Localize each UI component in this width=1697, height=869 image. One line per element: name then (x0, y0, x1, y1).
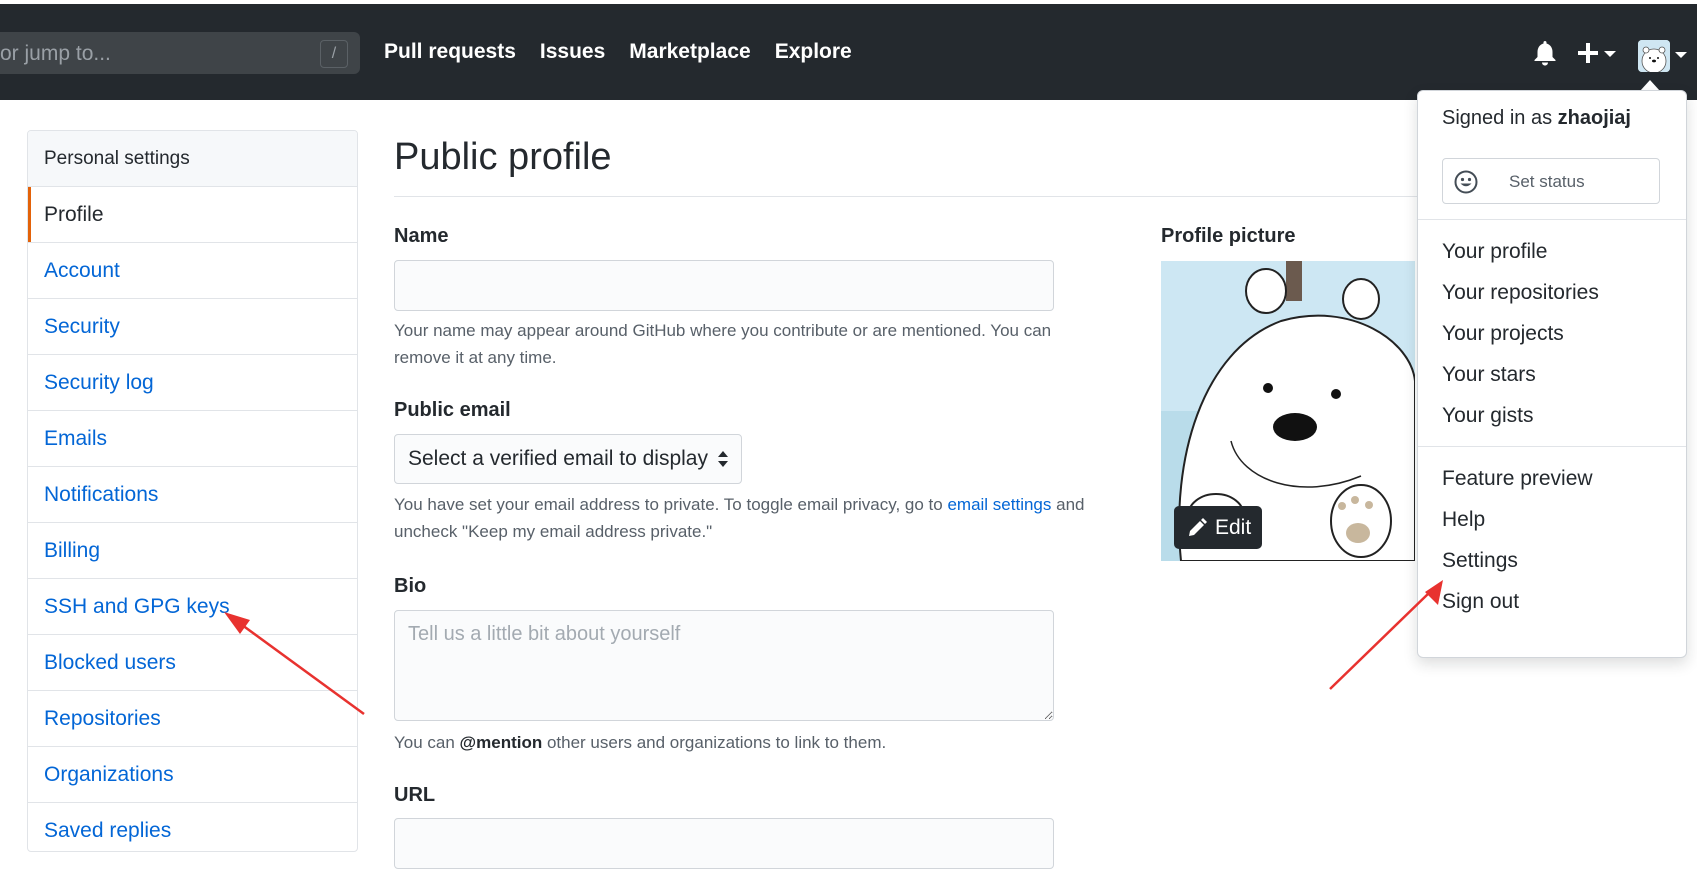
sidebar-heading: Personal settings (28, 131, 357, 187)
chevron-down-icon (1604, 51, 1616, 57)
menu-your-stars[interactable]: Your stars (1442, 363, 1536, 387)
menu-divider (1418, 446, 1686, 447)
settings-sidebar: Personal settings Profile Account Securi… (27, 130, 358, 852)
top-header: or jump to... / Pull requests Issues Mar… (0, 4, 1697, 100)
pencil-icon (1189, 518, 1207, 536)
menu-help[interactable]: Help (1442, 508, 1485, 532)
sidebar-item-account[interactable]: Account (28, 243, 357, 299)
set-status-button[interactable]: Set status (1442, 158, 1660, 204)
sidebar-item-notifications[interactable]: Notifications (28, 467, 357, 523)
menu-feature-preview[interactable]: Feature preview (1442, 467, 1593, 491)
public-email-select[interactable]: Select a verified email to display (394, 434, 742, 484)
nav-pull-requests[interactable]: Pull requests (384, 40, 516, 64)
name-field[interactable] (394, 260, 1054, 311)
profile-picture-label: Profile picture (1161, 225, 1296, 247)
menu-sign-out[interactable]: Sign out (1442, 590, 1519, 614)
signed-in-prefix: Signed in as (1442, 107, 1558, 129)
menu-settings[interactable]: Settings (1442, 549, 1518, 573)
select-arrows-icon (718, 451, 728, 467)
email-note-text: You have set your email address to priva… (394, 495, 948, 514)
bio-label: Bio (394, 575, 427, 597)
sidebar-item-security-log[interactable]: Security log (28, 355, 357, 411)
public-email-help-text: You have set your email address to priva… (394, 491, 1094, 545)
menu-divider (1418, 219, 1686, 220)
sidebar-item-blocked-users[interactable]: Blocked users (28, 635, 357, 691)
set-status-label: Set status (1509, 172, 1585, 191)
create-new-dropdown[interactable] (1577, 40, 1617, 68)
avatar[interactable] (1638, 40, 1670, 72)
email-settings-link[interactable]: email settings (947, 495, 1051, 514)
smiley-icon (1454, 170, 1478, 194)
url-field[interactable] (394, 818, 1054, 869)
public-email-label: Public email (394, 399, 511, 421)
search-placeholder: or jump to... (0, 42, 111, 65)
bio-help-text: You can @mention other users and organiz… (394, 729, 1094, 756)
name-label: Name (394, 225, 449, 247)
sidebar-item-repositories[interactable]: Repositories (28, 691, 357, 747)
plus-icon (1578, 43, 1598, 63)
nav-marketplace[interactable]: Marketplace (629, 40, 750, 64)
menu-your-profile[interactable]: Your profile (1442, 240, 1547, 264)
header-nav: Pull requests Issues Marketplace Explore (384, 4, 876, 100)
bio-note-text-end: other users and organizations to link to… (542, 733, 887, 752)
sidebar-item-security[interactable]: Security (28, 299, 357, 355)
search-input[interactable]: or jump to... / (0, 32, 360, 74)
url-label: URL (394, 784, 436, 806)
bio-note-text: You can (394, 733, 460, 752)
signed-in-as: Signed in as zhaojiaj (1442, 107, 1631, 130)
sidebar-item-emails[interactable]: Emails (28, 411, 357, 467)
menu-your-projects[interactable]: Your projects (1442, 322, 1564, 346)
page-title: Public profile (394, 136, 612, 178)
avatar-chevron-down-icon[interactable] (1675, 52, 1687, 58)
sidebar-item-saved-replies[interactable]: Saved replies (28, 803, 357, 851)
user-dropdown-menu: Signed in as zhaojiaj Set status Your pr… (1417, 90, 1687, 658)
sidebar-item-billing[interactable]: Billing (28, 523, 357, 579)
edit-profile-picture-button[interactable]: Edit (1174, 506, 1262, 549)
bell-icon[interactable] (1533, 40, 1557, 66)
username: zhaojiaj (1557, 107, 1631, 129)
sidebar-item-profile[interactable]: Profile (28, 187, 357, 243)
mention-keyword: @mention (459, 733, 543, 752)
edit-label: Edit (1215, 516, 1252, 539)
sidebar-item-organizations[interactable]: Organizations (28, 747, 357, 803)
nav-issues[interactable]: Issues (540, 40, 605, 64)
menu-your-repositories[interactable]: Your repositories (1442, 281, 1599, 305)
slash-shortcut-hint: / (320, 40, 348, 68)
bear-avatar-image (1638, 40, 1670, 72)
title-divider (394, 196, 1424, 197)
public-email-selected-value: Select a verified email to display (408, 447, 708, 470)
sidebar-item-ssh-gpg-keys[interactable]: SSH and GPG keys (28, 579, 357, 635)
bio-textarea[interactable] (394, 610, 1054, 721)
nav-explore[interactable]: Explore (775, 40, 852, 64)
name-help-text: Your name may appear around GitHub where… (394, 321, 1052, 367)
menu-your-gists[interactable]: Your gists (1442, 404, 1533, 428)
